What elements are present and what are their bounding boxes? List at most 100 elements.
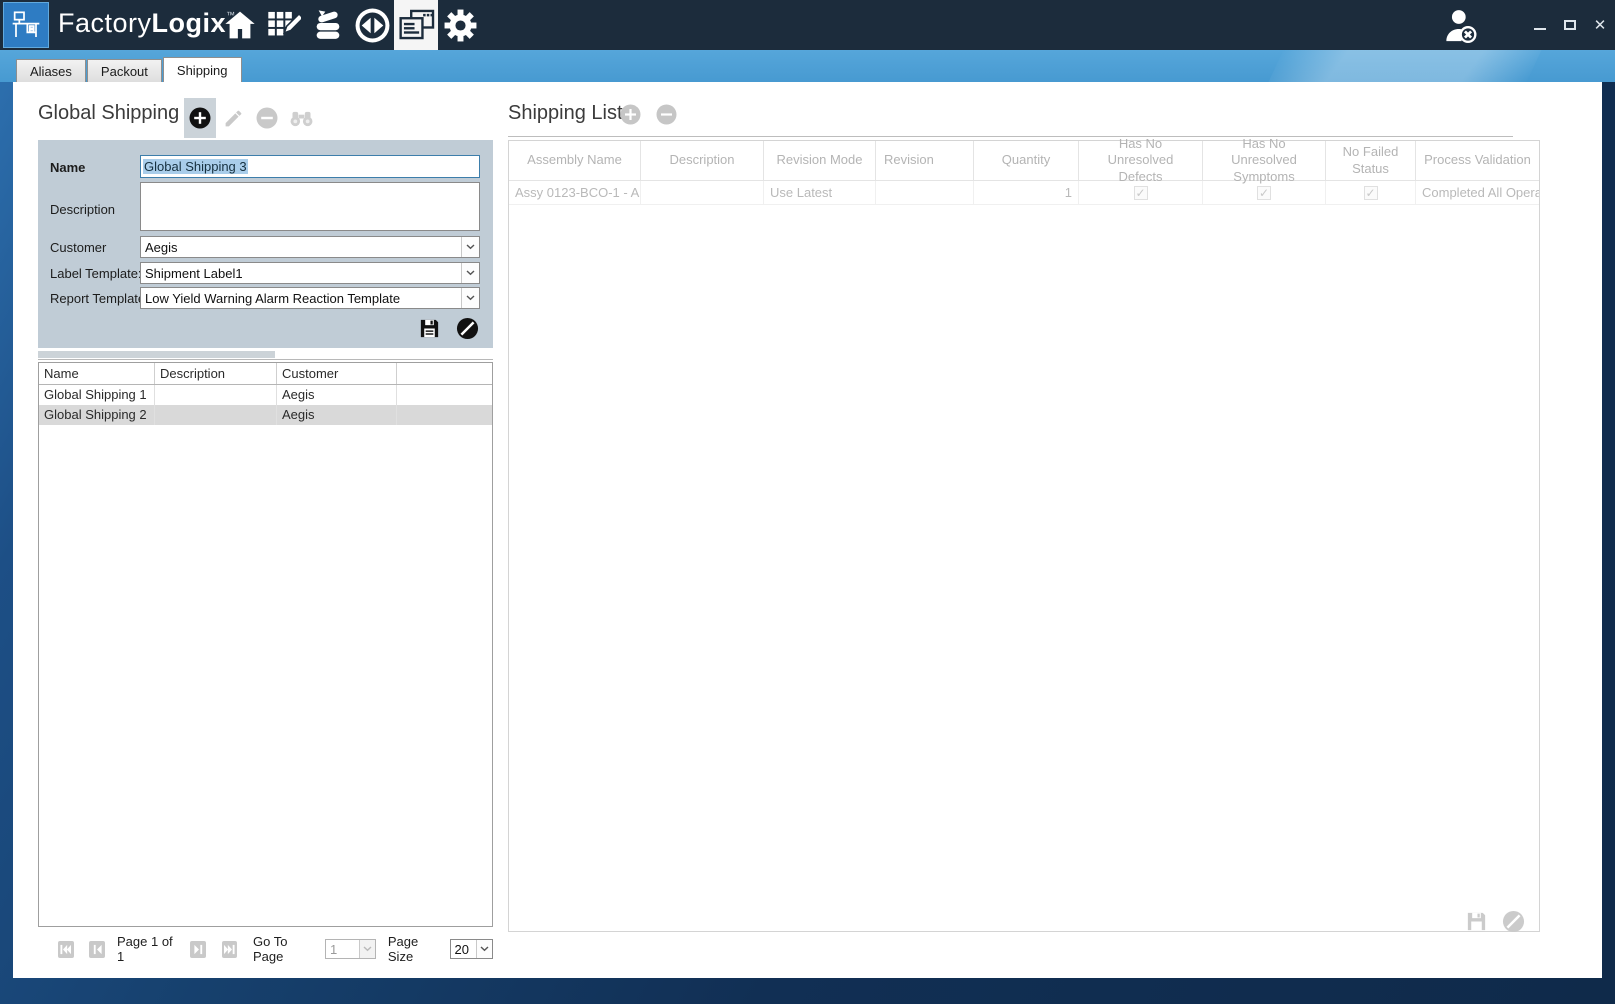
goto-page-dropdown-button[interactable] [359, 940, 375, 958]
report-template-dropdown-button[interactable] [461, 288, 479, 308]
column-header-description[interactable]: Description [155, 363, 277, 384]
checkbox-checked-icon[interactable]: ✓ [1364, 186, 1378, 200]
report-template-dropdown[interactable]: Low Yield Warning Alarm Reaction Templat… [140, 287, 480, 309]
data-nav-button[interactable] [306, 0, 350, 50]
page-size-label: Page Size [388, 934, 443, 964]
label-template-dropdown[interactable]: Shipment Label1 [140, 262, 480, 284]
cell-description [155, 405, 277, 425]
last-page-button[interactable] [222, 941, 238, 958]
column-header-has-no-unresolved-defects[interactable]: Has No Unresolved Defects [1079, 141, 1203, 180]
gear-icon [444, 9, 477, 42]
cell-revision-mode: Use Latest [764, 181, 876, 204]
column-header-process-validation[interactable]: Process Validation [1416, 141, 1539, 180]
customer-value: Aegis [141, 240, 461, 255]
save-shipping-list-button[interactable] [1465, 910, 1488, 933]
table-row[interactable]: Global Shipping 1 Aegis [39, 385, 492, 405]
label-template-dropdown-button[interactable] [461, 263, 479, 283]
home-nav-button[interactable] [218, 0, 262, 50]
column-header-no-failed-status[interactable]: No Failed Status [1326, 141, 1416, 180]
chevron-down-icon [466, 270, 475, 276]
tab-shipping[interactable]: Shipping [163, 57, 242, 82]
title-bar: FactoryLogix™ [0, 0, 1615, 50]
cell-name: Global Shipping 2 [39, 405, 155, 425]
cell-empty [397, 405, 492, 425]
tab-packout[interactable]: Packout [87, 59, 162, 82]
save-button[interactable] [418, 317, 441, 340]
documents-nav-button[interactable] [394, 0, 438, 50]
report-template-value: Low Yield Warning Alarm Reaction Templat… [141, 291, 461, 306]
previous-page-button[interactable] [89, 941, 105, 958]
customer-dropdown-button[interactable] [461, 237, 479, 257]
next-page-icon [193, 944, 204, 955]
cell-has-no-unresolved-defects: ✓ [1079, 181, 1203, 204]
column-header-revision[interactable]: Revision [876, 141, 974, 180]
home-icon [224, 10, 256, 40]
chevron-down-icon [466, 295, 475, 301]
checkbox-checked-icon[interactable]: ✓ [1134, 186, 1148, 200]
minimize-button[interactable] [1525, 0, 1555, 50]
next-page-button[interactable] [190, 941, 206, 958]
cell-revision [876, 181, 974, 204]
chevron-down-icon [480, 946, 489, 952]
add-global-shipping-button[interactable] [184, 98, 216, 138]
close-button[interactable]: ✕ [1585, 0, 1615, 50]
cancel-shipping-list-button[interactable] [1502, 910, 1525, 933]
shipping-list-actions [1465, 910, 1525, 933]
remove-icon [256, 107, 278, 129]
global-shipping-panel: Global Shipping [38, 102, 493, 125]
column-header-description[interactable]: Description [641, 141, 764, 180]
close-icon: ✕ [1594, 16, 1607, 34]
cancel-icon [456, 317, 479, 340]
tab-aliases[interactable]: Aliases [16, 59, 86, 82]
shipping-list-toolbar [620, 104, 677, 130]
brand-bold: Logix [152, 8, 227, 38]
customer-dropdown[interactable]: Aegis [140, 236, 480, 258]
cell-description [155, 385, 277, 405]
goto-page-input[interactable]: 1 [325, 939, 376, 959]
page-size-value: 20 [451, 942, 476, 957]
column-header-assembly-name[interactable]: Assembly Name [509, 141, 641, 180]
add-shipping-item-button[interactable] [620, 104, 641, 130]
remove-shipping-item-button[interactable] [656, 104, 677, 130]
save-icon [418, 317, 441, 340]
first-page-icon [60, 944, 71, 955]
column-header-name[interactable]: Name [39, 363, 155, 384]
goto-page-label: Go To Page [253, 934, 316, 964]
page-size-dropdown[interactable]: 20 [450, 939, 493, 959]
name-input[interactable]: Global Shipping 3 [140, 155, 480, 178]
logout-user-button[interactable] [1443, 6, 1479, 44]
desk-logo-icon [10, 9, 42, 41]
add-icon [189, 107, 211, 129]
chevron-down-icon [466, 244, 475, 250]
brand-regular: Factory [58, 8, 152, 38]
shipping-list-row[interactable]: Assy 0123-BCO-1 - A Use Latest 1 ✓ ✓ ✓ C… [509, 181, 1539, 205]
column-header-revision-mode[interactable]: Revision Mode [764, 141, 876, 180]
edit-global-shipping-button[interactable] [216, 98, 250, 138]
splitter-handle[interactable] [38, 351, 275, 358]
settings-nav-button[interactable] [438, 0, 482, 50]
maximize-icon [1564, 20, 1576, 30]
global-shipping-table-header: Name Description Customer [39, 363, 492, 385]
chevron-down-icon [363, 946, 372, 952]
pagination-bar: Page 1 of 1 Go To Page 1 [58, 938, 493, 960]
table-row-selected[interactable]: Global Shipping 2 Aegis [39, 405, 492, 425]
design-nav-button[interactable] [262, 0, 306, 50]
tab-strip-sheen [1266, 50, 1544, 82]
column-header-quantity[interactable]: Quantity [974, 141, 1079, 180]
cancel-icon-disabled [1502, 910, 1525, 933]
cancel-button[interactable] [456, 317, 479, 340]
remove-global-shipping-button[interactable] [250, 98, 284, 138]
page-size-dropdown-button[interactable] [476, 940, 492, 958]
column-header-has-no-unresolved-symptoms[interactable]: Has No Unresolved Symptoms [1203, 141, 1326, 180]
search-global-shipping-button[interactable] [284, 98, 318, 138]
checkbox-checked-icon[interactable]: ✓ [1257, 186, 1271, 200]
description-input[interactable] [140, 182, 480, 231]
maximize-button[interactable] [1555, 0, 1585, 50]
sync-nav-button[interactable] [350, 0, 394, 50]
column-header-customer[interactable]: Customer [277, 363, 397, 384]
label-template-label: Label Template: [50, 266, 142, 281]
shipping-list-header: Assembly Name Description Revision Mode … [509, 141, 1539, 181]
forms-icon [398, 8, 435, 43]
first-page-button[interactable] [58, 941, 74, 958]
cell-customer: Aegis [277, 405, 397, 425]
